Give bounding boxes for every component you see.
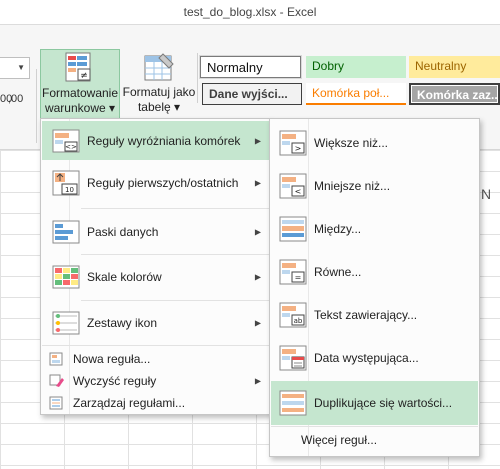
style-good[interactable]: Dobry	[306, 56, 406, 78]
submenu-item-more-rules[interactable]: Więcej reguł...	[271, 428, 478, 452]
menu-separator	[81, 208, 269, 209]
column-header-n: N	[481, 186, 492, 202]
svg-text:<: <	[295, 187, 302, 196]
submenu-item-between[interactable]: Między...	[271, 207, 478, 250]
submenu-arrow-icon: ▶	[254, 318, 261, 328]
submenu-item-equal-to[interactable]: = Równe...	[271, 250, 478, 293]
format-as-table-button[interactable]: Formatuj jako tabelę ▾	[121, 49, 197, 120]
submenu-item-less-than[interactable]: < Mniejsze niż...	[271, 164, 478, 207]
number-format-dropdown[interactable]: ▼	[0, 57, 30, 79]
submenu-arrow-icon: ▶	[254, 376, 261, 386]
submenu-arrow-icon: ▶	[254, 178, 261, 188]
manage-rules-icon	[49, 396, 63, 410]
menu-item-label: Nowa reguła...	[73, 352, 151, 366]
submenu-item-date-occurring[interactable]: Data występująca...	[271, 336, 478, 379]
menu-item-data-bars[interactable]: Paski danych ▶	[42, 211, 269, 252]
menu-item-new-rule[interactable]: Nowa reguła...	[42, 348, 269, 370]
format-as-table-label: Formatuj jako	[122, 85, 196, 99]
highlight-cells-rules-icon: <>	[52, 129, 80, 152]
menu-separator	[81, 300, 269, 301]
submenu-item-label: Mniejsze niż...	[314, 178, 391, 193]
menu-separator	[271, 426, 478, 427]
menu-item-label: Reguły wyróżniania komórek	[87, 133, 241, 148]
top-bottom-rules-icon: 10	[52, 170, 80, 196]
greater-than-icon: >	[279, 130, 307, 156]
menu-item-label: Wyczyść reguły	[73, 374, 157, 388]
menu-item-label: Skale kolorów	[87, 270, 162, 284]
submenu-item-label: Między...	[314, 221, 362, 236]
window-title: test_do_blog.xlsx - Excel	[183, 5, 317, 19]
menu-item-color-scales[interactable]: Skale kolorów ▶	[42, 256, 269, 298]
style-neutral[interactable]: Neutralny	[409, 56, 500, 78]
menu-item-label: Paski danych	[87, 224, 159, 239]
submenu-arrow-icon: ▶	[254, 272, 261, 282]
conditional-formatting-button[interactable]: ≠ Formatowanie warunkowe ▾	[40, 49, 120, 120]
less-than-icon: <	[279, 173, 307, 198]
submenu-item-label: Duplikujące się wartości...	[314, 396, 453, 410]
group-separator	[36, 69, 37, 143]
highlight-cells-rules-submenu: > Większe niż... < Mniejsze niż... Międz…	[269, 118, 480, 457]
style-linked-cell[interactable]: Komórka poł...	[306, 83, 406, 105]
submenu-item-greater-than[interactable]: > Większe niż...	[271, 122, 478, 164]
new-rule-icon	[49, 352, 63, 366]
data-bars-icon	[52, 220, 80, 243]
text-contains-icon: ab	[279, 302, 307, 327]
menu-separator	[42, 345, 269, 346]
style-output[interactable]: Dane wyjści...	[202, 83, 302, 105]
submenu-item-label: Więcej reguł...	[301, 433, 378, 447]
equal-to-icon: =	[279, 259, 307, 284]
conditional-formatting-label: Formatowanie	[41, 86, 119, 100]
submenu-item-label: Większe niż...	[314, 136, 389, 150]
icon-sets-icon	[52, 311, 80, 335]
format-table-icon	[144, 53, 174, 81]
menu-item-clear-rules[interactable]: Wyczyść reguły ▶	[42, 370, 269, 392]
svg-text:≠: ≠	[80, 71, 88, 81]
decrease-decimal-button[interactable]: ,00	[8, 93, 23, 105]
conditional-formatting-menu: <> Reguły wyróżniania komórek ▶ 10 Reguł…	[40, 118, 271, 415]
svg-text:>: >	[295, 144, 302, 153]
menu-item-top-bottom-rules[interactable]: 10 Reguły pierwszych/ostatnich ▶	[42, 162, 269, 204]
submenu-item-label: Równe...	[314, 264, 362, 279]
menu-item-label: Zarządzaj regułami...	[73, 396, 186, 410]
submenu-item-text-contains[interactable]: ab Tekst zawierający...	[271, 293, 478, 336]
svg-text:<>: <>	[65, 143, 77, 151]
submenu-item-label: Data występująca...	[314, 350, 419, 365]
menu-item-icon-sets[interactable]: Zestawy ikon ▶	[42, 302, 269, 344]
title-bar: test_do_blog.xlsx - Excel	[0, 0, 500, 24]
conditional-formatting-icon: ≠	[65, 52, 91, 82]
menu-item-label: Zestawy ikon	[87, 316, 158, 330]
between-icon	[279, 216, 307, 241]
svg-text:ab: ab	[294, 317, 303, 325]
menu-item-label: Reguły pierwszych/ostatnich	[87, 176, 239, 190]
menu-separator	[81, 254, 269, 255]
clear-rules-icon	[49, 374, 64, 387]
group-separator	[197, 53, 198, 103]
duplicate-values-icon	[279, 390, 307, 416]
menu-item-manage-rules[interactable]: Zarządzaj regułami...	[42, 392, 269, 414]
color-scales-icon	[52, 265, 80, 289]
svg-text:10: 10	[65, 186, 74, 194]
format-as-table-label-2: tabelę ▾	[137, 100, 181, 114]
date-occurring-icon	[279, 345, 307, 370]
submenu-arrow-icon: ▶	[254, 136, 261, 145]
submenu-item-duplicate-values[interactable]: Duplikujące się wartości...	[271, 381, 478, 425]
chevron-down-icon: ▼	[17, 63, 25, 72]
conditional-formatting-label-2: warunkowe ▾	[44, 101, 116, 115]
menu-item-highlight-cells-rules[interactable]: <> Reguły wyróżniania komórek ▶	[42, 121, 269, 160]
svg-text:=: =	[295, 273, 302, 282]
style-normal[interactable]: Normalny	[200, 56, 301, 78]
submenu-arrow-icon: ▶	[254, 227, 261, 236]
style-check-cell[interactable]: Komórka zaz...	[409, 83, 500, 105]
submenu-item-label: Tekst zawierający...	[314, 307, 418, 322]
